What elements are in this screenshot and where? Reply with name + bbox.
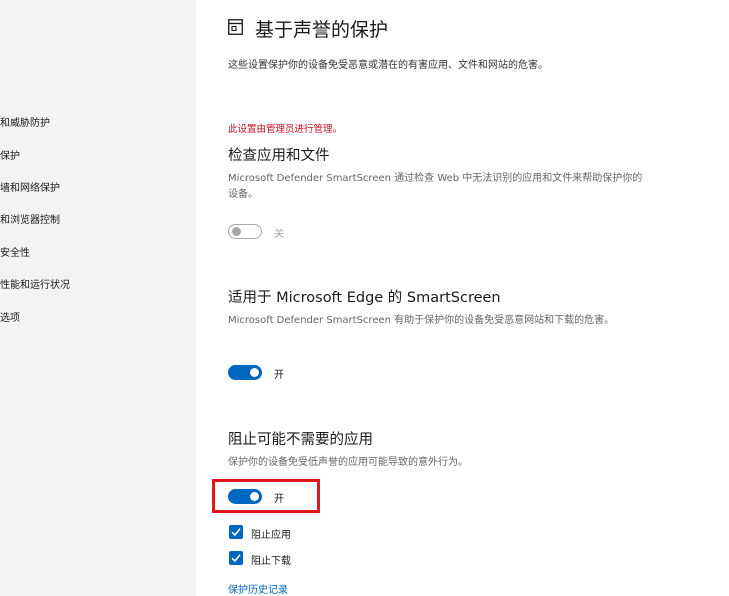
section-pua-title: 阻止可能不需要的应用 xyxy=(228,432,373,448)
managed-notice: 此设置由管理员进行管理。 xyxy=(228,124,343,135)
edge-smartscreen-toggle-label: 开 xyxy=(274,370,284,381)
section-check-apps-description: Microsoft Defender SmartScreen 通过检查 Web … xyxy=(228,173,643,200)
page-description: 这些设置保护你的设备免受恶意或潜在的有害应用、文件和网站的危害。 xyxy=(228,60,548,71)
edge-smartscreen-toggle[interactable] xyxy=(228,365,262,380)
protection-history-link[interactable]: 保护历史记录 xyxy=(228,581,288,596)
sidebar-item-device-security[interactable]: 安全性 xyxy=(0,244,30,259)
check-apps-toggle-label: 关 xyxy=(274,229,284,240)
page-title: 基于声誉的保护 xyxy=(255,19,389,41)
block-downloads-label: 阻止下载 xyxy=(251,556,291,567)
sidebar-item-threat-protection[interactable]: 和威胁防护 xyxy=(0,114,50,129)
checkmark-icon xyxy=(231,554,241,563)
section-edge-smartscreen-title: 适用于 Microsoft Edge 的 SmartScreen xyxy=(228,290,501,306)
highlight-annotation-box xyxy=(212,479,320,513)
sidebar-item-app-browser-control[interactable]: 和浏览器控制 xyxy=(0,211,60,226)
toggle-knob xyxy=(232,227,241,236)
sidebar-item-family-options[interactable]: 选项 xyxy=(0,309,20,324)
app-browser-icon xyxy=(228,19,243,35)
sidebar: 和威胁防护 保护 墙和网络保护 和浏览器控制 安全性 性能和运行状况 选项 xyxy=(0,0,196,596)
checkmark-icon xyxy=(231,528,241,537)
block-apps-checkbox[interactable] xyxy=(229,525,243,539)
check-apps-toggle[interactable] xyxy=(228,224,262,239)
section-pua-description: 保护你的设备免受低声誉的应用可能导致的意外行为。 xyxy=(228,457,468,468)
section-check-apps-title: 检查应用和文件 xyxy=(228,148,330,164)
block-apps-label: 阻止应用 xyxy=(251,530,291,541)
sidebar-item-device-performance[interactable]: 性能和运行状况 xyxy=(0,276,70,291)
section-edge-smartscreen-description: Microsoft Defender SmartScreen 有助于保护你的设备… xyxy=(228,315,615,326)
toggle-knob xyxy=(250,368,259,377)
sidebar-item-firewall[interactable]: 墙和网络保护 xyxy=(0,179,60,194)
block-downloads-checkbox[interactable] xyxy=(229,551,243,565)
sidebar-item-account-protection[interactable]: 保护 xyxy=(0,147,20,162)
